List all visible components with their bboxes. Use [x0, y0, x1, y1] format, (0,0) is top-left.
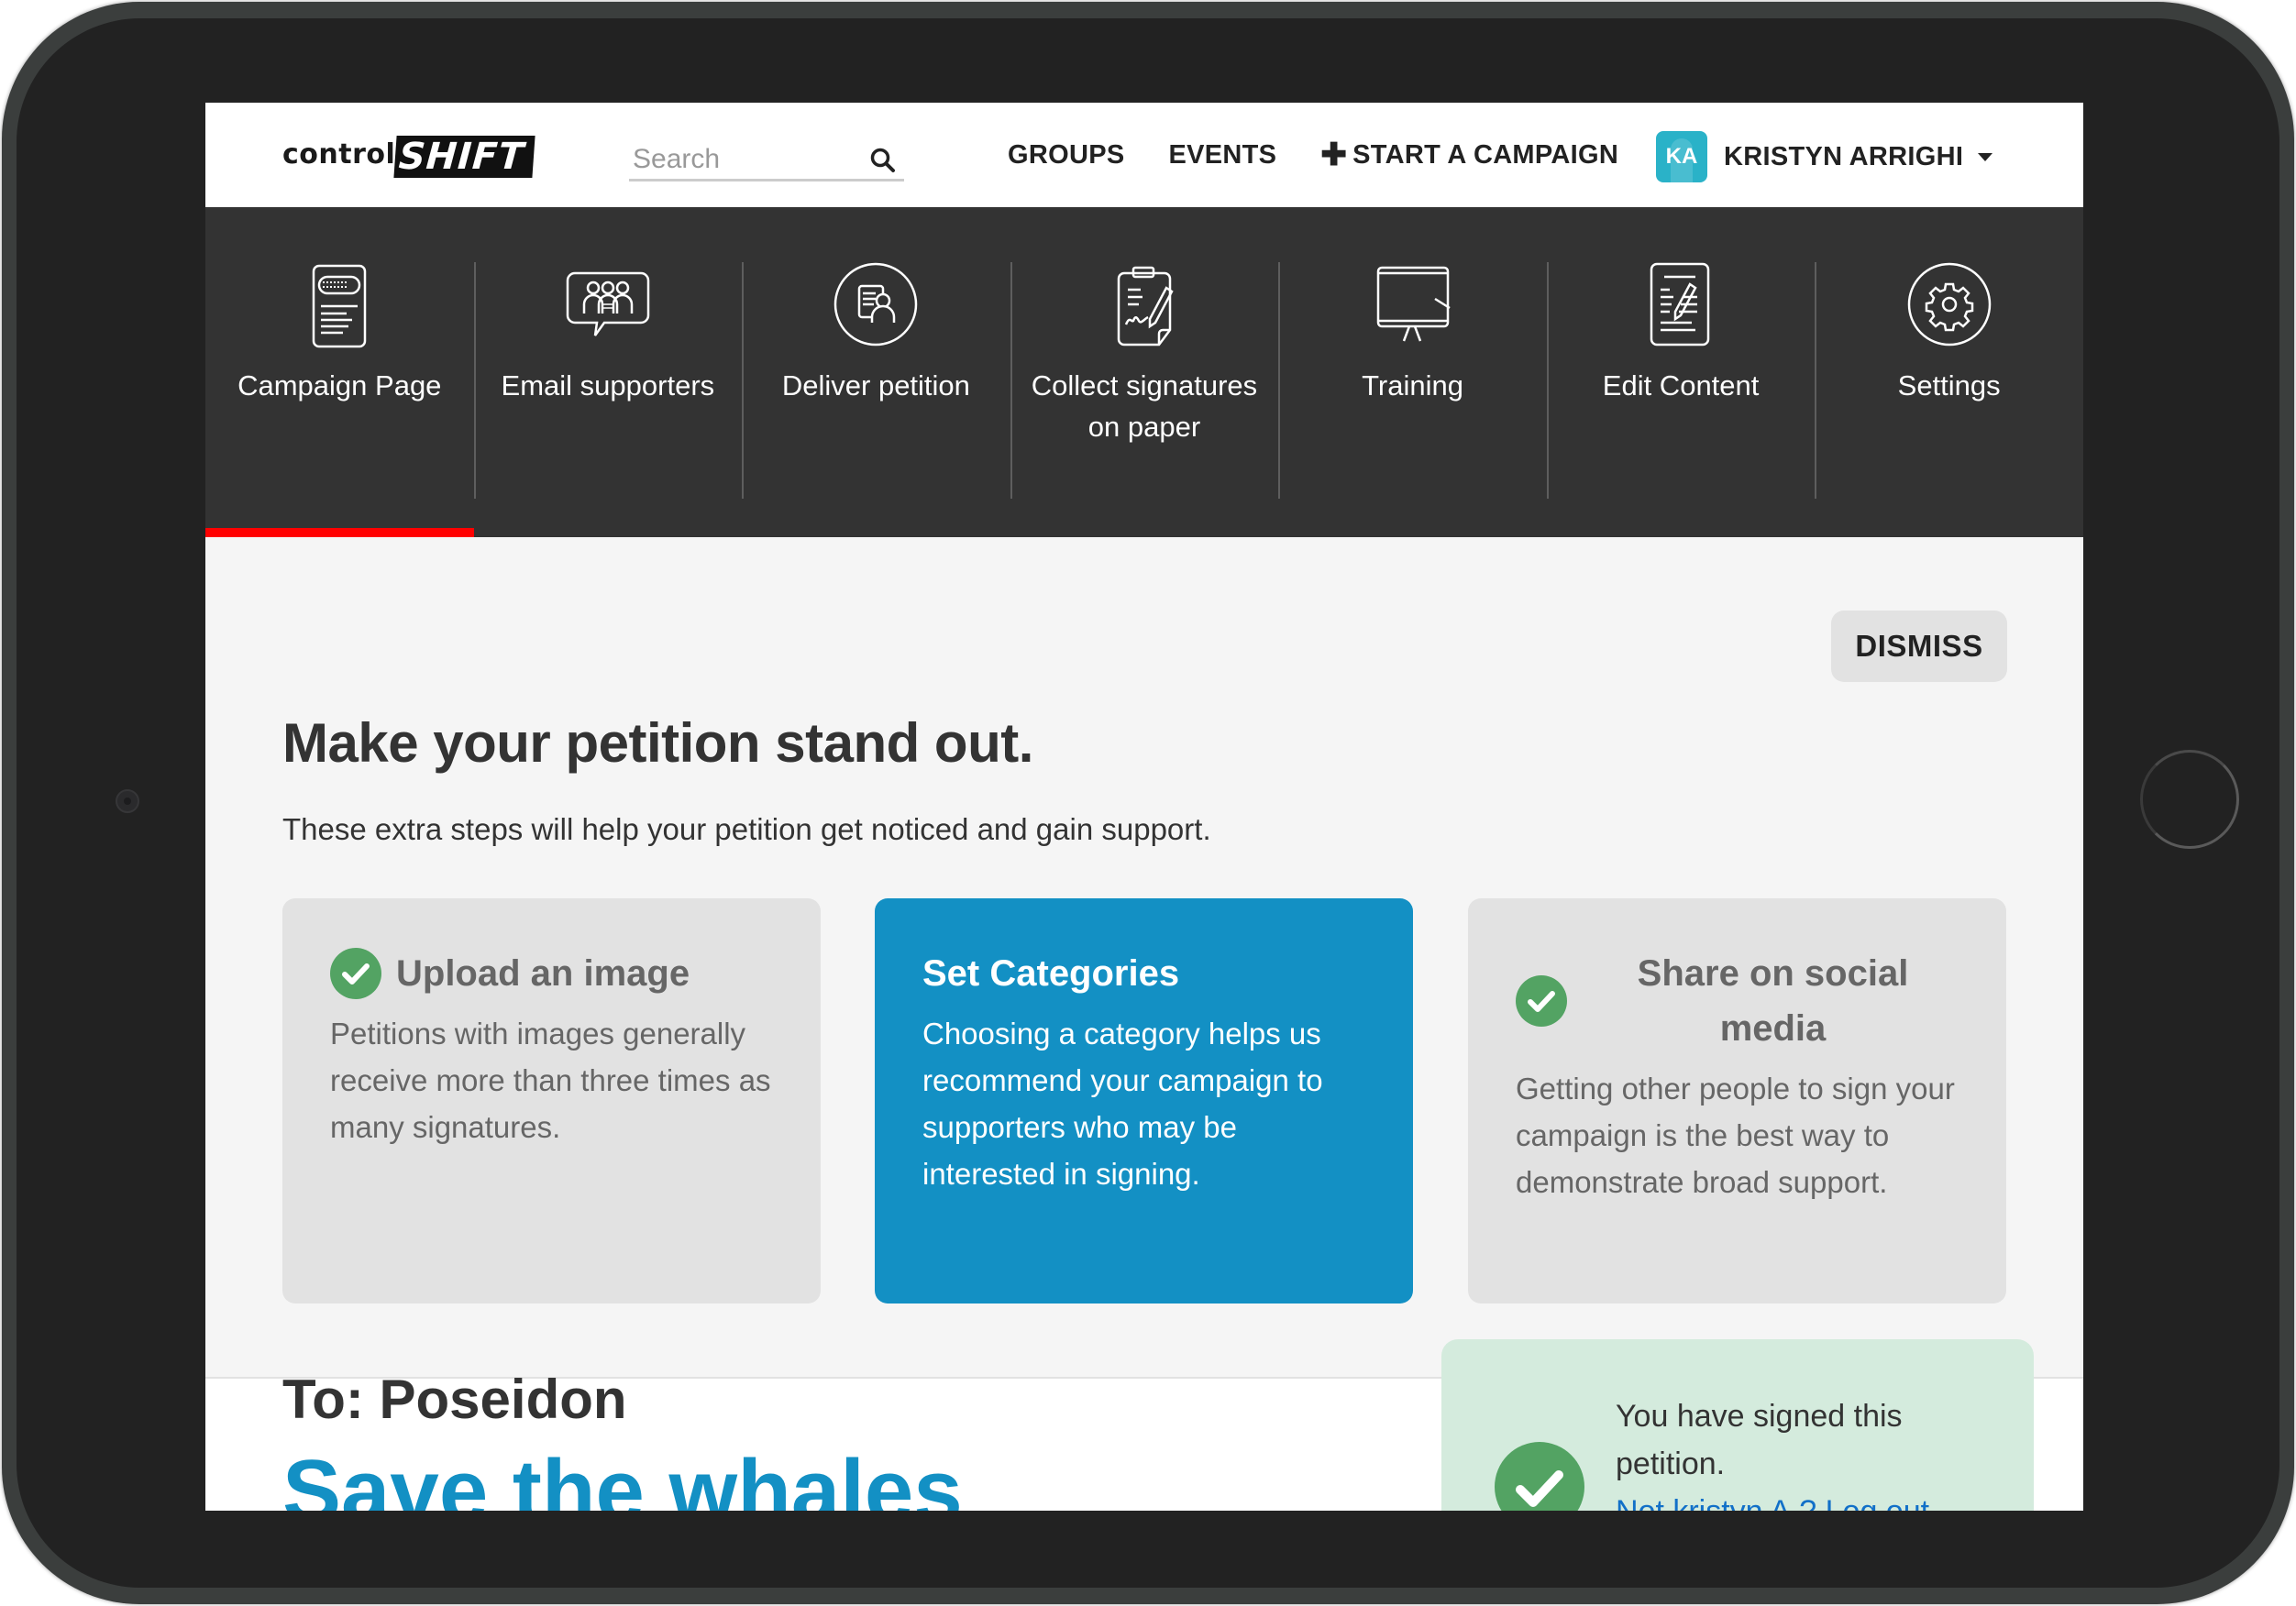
nav-groups-label: GROUPS: [1008, 139, 1125, 170]
tip-card-header: Upload an image: [330, 946, 773, 1001]
presentation-board-icon: [1376, 266, 1451, 342]
nav-events-label: EVENTS: [1168, 139, 1277, 170]
tip-card-title: Set Categories: [922, 953, 1180, 994]
controlshift-logo[interactable]: control SHIFT: [282, 136, 535, 178]
deliver-petition-icon: [834, 262, 918, 346]
tip-card-header: Set Categories: [922, 946, 1365, 1001]
nav-events[interactable]: EVENTS: [1169, 140, 1277, 170]
tip-card-upload-image[interactable]: Upload an image Petitions with images ge…: [282, 898, 821, 1304]
gear-icon: [1907, 262, 1991, 346]
tab-email-supporters-label: Email supporters: [501, 369, 715, 402]
avatar: KA: [1656, 131, 1707, 182]
campaign-tab-nav: Campaign Page Email supporters Deliver p…: [205, 207, 2083, 537]
tab-campaign-page-label: Campaign Page: [237, 369, 442, 402]
email-supporters-icon: [566, 271, 650, 336]
tab-edit-content[interactable]: Edit Content: [1546, 207, 1816, 537]
tip-card-header: Share on social media: [1516, 946, 1959, 1056]
tip-card-set-categories[interactable]: Set Categories Choosing a category helps…: [875, 898, 1413, 1304]
tab-deliver-petition[interactable]: Deliver petition: [742, 207, 1010, 537]
plus-icon: ✚: [1320, 138, 1348, 172]
top-header: control SHIFT GROUPS EVENTS ✚ START A CA…: [205, 103, 2083, 207]
tab-edit-content-label: Edit Content: [1602, 369, 1760, 402]
tab-campaign-page[interactable]: Campaign Page: [205, 207, 474, 537]
logout-link[interactable]: Not kristyn A.? Log out: [1616, 1488, 2001, 1511]
tip-card-title: Upload an image: [396, 953, 690, 994]
search-icon[interactable]: [869, 147, 897, 174]
clipboard-signature-icon: [1117, 266, 1174, 346]
tip-card-title: Share on social media: [1637, 953, 1909, 1049]
user-menu[interactable]: KA KRISTYN ARRIGHI: [1656, 131, 1993, 182]
nav-groups[interactable]: GROUPS: [1008, 140, 1125, 170]
signed-message-block: You have signed this petition. Not krist…: [1616, 1392, 2001, 1511]
start-campaign-label: START A CAMPAIGN: [1352, 139, 1619, 170]
screen: control SHIFT GROUPS EVENTS ✚ START A CA…: [205, 103, 2083, 1511]
signed-message: You have signed this petition.: [1616, 1399, 1903, 1481]
petition-target: To: Poseidon: [282, 1369, 627, 1430]
start-campaign-link[interactable]: ✚ START A CAMPAIGN: [1320, 137, 1618, 173]
petition-tips-panel: Make your petition stand out. These extr…: [205, 537, 2083, 1379]
caret-down-icon: [1978, 152, 1993, 161]
petition-title: Save the whales: [282, 1442, 963, 1511]
header-nav: GROUPS EVENTS ✚ START A CAMPAIGN: [1008, 103, 1662, 207]
tab-settings-label: Settings: [1897, 369, 2001, 402]
search-input[interactable]: [629, 143, 849, 175]
tab-collect-signatures-label: Collect signatures on paper: [1031, 369, 1258, 443]
check-circle-icon: [1516, 975, 1567, 1027]
tip-card-body: Choosing a category helps us recommend y…: [922, 1017, 1323, 1191]
front-camera: [116, 789, 139, 813]
logo-control-text: control: [282, 138, 396, 170]
avatar-initials: KA: [1665, 144, 1698, 169]
tips-subtitle: These extra steps will help your petitio…: [282, 812, 1211, 846]
tab-settings[interactable]: Settings: [1815, 207, 2083, 537]
tab-email-supporters[interactable]: Email supporters: [473, 207, 743, 537]
check-circle-icon: [330, 948, 381, 999]
tab-deliver-petition-label: Deliver petition: [781, 369, 970, 402]
check-circle-icon: [1495, 1442, 1584, 1511]
search-box: [629, 139, 904, 182]
tip-card-body: Getting other people to sign your campai…: [1516, 1072, 1955, 1199]
tip-card-body: Petitions with images generally receive …: [330, 1017, 771, 1144]
tab-collect-signatures[interactable]: Collect signatures on paper: [1010, 207, 1279, 537]
logo-shift-text: SHIFT: [393, 136, 535, 178]
tips-title: Make your petition stand out.: [282, 712, 1033, 774]
tab-training-label: Training: [1362, 369, 1463, 402]
user-name: KRISTYN ARRIGHI: [1724, 141, 1964, 171]
home-button[interactable]: [2140, 750, 2239, 849]
dismiss-button[interactable]: DISMISS: [1831, 610, 2007, 682]
signed-status-box: You have signed this petition. Not krist…: [1441, 1339, 2034, 1511]
campaign-page-icon: [313, 264, 367, 348]
tab-training[interactable]: Training: [1278, 207, 1547, 537]
edit-document-icon: [1650, 262, 1710, 346]
tip-card-share-social[interactable]: Share on social media Getting other peop…: [1468, 898, 2006, 1304]
